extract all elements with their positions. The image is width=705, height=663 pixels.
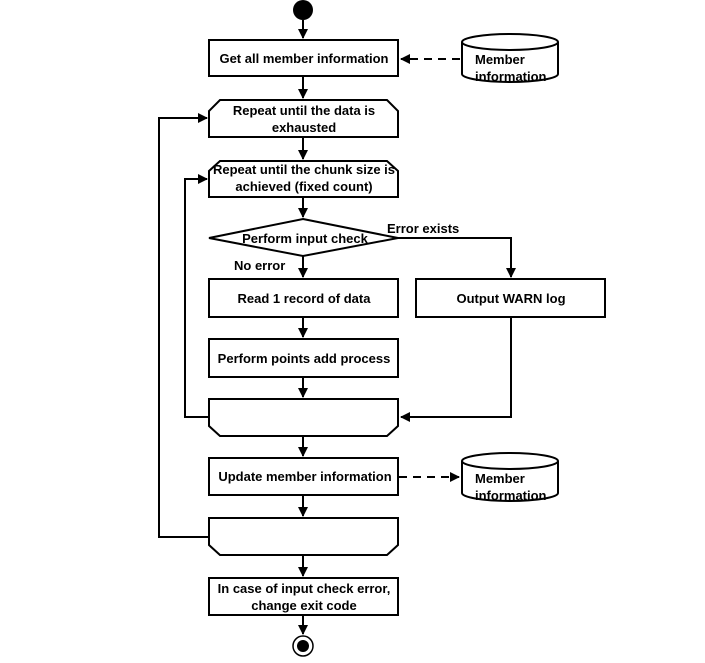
- db-top-label-line2: information: [475, 69, 547, 84]
- edge-chunk-loop-back: [184, 174, 209, 418]
- exit-code-label-line1: In case of input check error,: [218, 581, 391, 596]
- end-node: [292, 635, 314, 657]
- datastore-member-info-bottom: Member information: [461, 452, 559, 503]
- start-node: [293, 0, 313, 20]
- flowchart: Get all member information Member inform…: [158, 0, 606, 657]
- loop-data-label-line1: Repeat until the data is: [233, 103, 375, 118]
- db-bottom-label-line2: information: [475, 488, 547, 503]
- edge-label-no-error: No error: [234, 258, 285, 273]
- exit-code-label-line2: change exit code: [251, 598, 356, 613]
- loop-data-label-line2: exhausted: [272, 120, 336, 135]
- edge-label-error-exists: Error exists: [387, 221, 459, 236]
- db-bottom-label-line1: Member: [475, 471, 525, 486]
- input-check-label: Perform input check: [242, 231, 368, 246]
- loop-chunk-label-line2: achieved (fixed count): [235, 179, 372, 194]
- node-loop-data-end: [208, 517, 399, 556]
- warn-log-label: Output WARN log: [456, 291, 565, 306]
- read-record-label: Read 1 record of data: [238, 291, 372, 306]
- edge-warn-loopend: [400, 317, 512, 422]
- node-get-all-label: Get all member information: [219, 51, 388, 66]
- loop-chunk-label-line1: Repeat until the chunk size is: [213, 162, 395, 177]
- datastore-member-info-top: Member information: [461, 33, 559, 84]
- db-top-label-line1: Member: [475, 52, 525, 67]
- node-loop-chunk-end: [208, 398, 399, 437]
- edge-check-warn: [398, 237, 516, 278]
- points-add-label: Perform points add process: [218, 351, 391, 366]
- update-member-label: Update member information: [218, 469, 391, 484]
